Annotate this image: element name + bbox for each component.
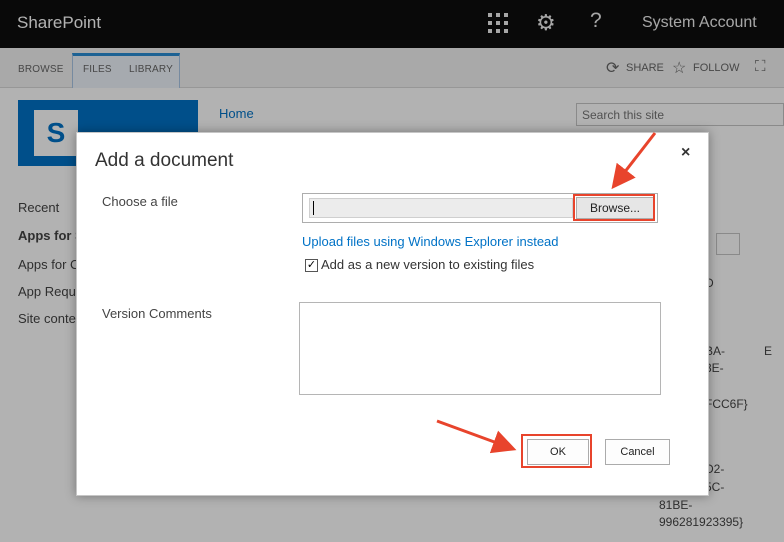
dialog-title: Add a document — [95, 150, 234, 171]
add-document-dialog: Add a document × Choose a file Browse...… — [76, 132, 709, 496]
browse-highlight — [573, 194, 655, 221]
choose-file-label: Choose a file — [102, 194, 178, 209]
version-comments-textarea[interactable] — [299, 302, 661, 395]
close-icon[interactable]: × — [681, 144, 690, 162]
text-cursor — [313, 201, 314, 215]
ok-highlight — [521, 434, 592, 468]
upload-explorer-link[interactable]: Upload files using Windows Explorer inst… — [302, 234, 559, 249]
add-version-label[interactable]: Add as a new version to existing files — [321, 257, 534, 272]
version-comments-label: Version Comments — [102, 306, 212, 321]
add-version-checkbox[interactable]: ✓ — [305, 259, 318, 272]
file-path-field[interactable] — [309, 198, 573, 218]
cancel-button[interactable]: Cancel — [605, 439, 670, 465]
